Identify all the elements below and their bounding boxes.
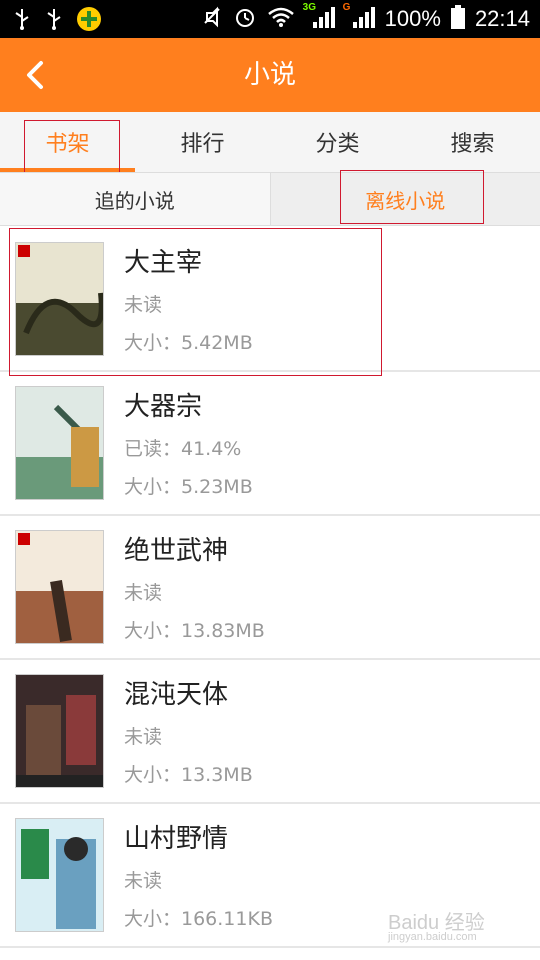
list-item[interactable]: 绝世武神 未读 大小：13.83MB [0,516,540,660]
battery-icon [450,5,465,33]
tab-ranking[interactable]: 排行 [135,112,270,172]
book-title: 混沌天体 [124,680,229,710]
tab-search[interactable]: 搜索 [405,112,540,172]
app-notification-icon [76,6,102,36]
tab-label: 排行 [180,132,225,157]
annotation-box-subtab [340,170,484,224]
book-cover [15,674,104,788]
usb-icon [12,7,32,35]
chevron-left-icon [27,61,43,89]
book-title: 大器宗 [124,392,203,422]
alarm-icon [233,5,257,33]
book-cover [15,386,104,500]
book-title: 山村野情 [124,824,229,854]
read-status: 未读 [124,870,163,892]
subtab-label: 追的小说 [94,188,175,213]
mute-icon [201,5,223,33]
battery-percent: 100% [384,6,441,31]
watermark-sub: jingyan.baidu.com [388,931,477,943]
clock: 22:14 [474,6,530,31]
status-bar: 3G G 100% 22:14 [0,0,540,38]
read-status: 未读 [124,726,163,748]
book-size: 大小：13.83MB [124,620,265,642]
annotation-box-book [9,228,382,376]
wifi-icon [267,6,295,32]
book-size: 大小：166.11KB [124,908,273,930]
book-cover [15,530,104,644]
book-title: 绝世武神 [124,536,229,566]
read-status: 已读：41.4% [124,438,242,460]
list-item[interactable]: 大器宗 已读：41.4% 大小：5.23MB [0,372,540,516]
title-bar: 小说 [0,38,540,112]
watermark: Baidu 经验 jingyan.baidu.com [388,906,485,943]
tab-category[interactable]: 分类 [270,112,405,172]
signal-3g-icon: 3G [303,2,335,34]
book-size: 大小：5.23MB [124,476,253,498]
back-button[interactable] [12,52,58,98]
subtab-following[interactable]: 追的小说 [0,173,270,225]
tab-label: 搜索 [450,132,495,157]
book-cover [15,818,104,932]
annotation-box-tab [24,120,120,180]
read-status: 未读 [124,582,163,604]
list-item[interactable]: 混沌天体 未读 大小：13.3MB [0,660,540,804]
signal-g-icon: G [343,2,375,34]
usb-icon [44,7,64,35]
page-title: 小说 [243,60,296,90]
tab-label: 分类 [315,132,360,157]
book-size: 大小：13.3MB [124,764,253,786]
